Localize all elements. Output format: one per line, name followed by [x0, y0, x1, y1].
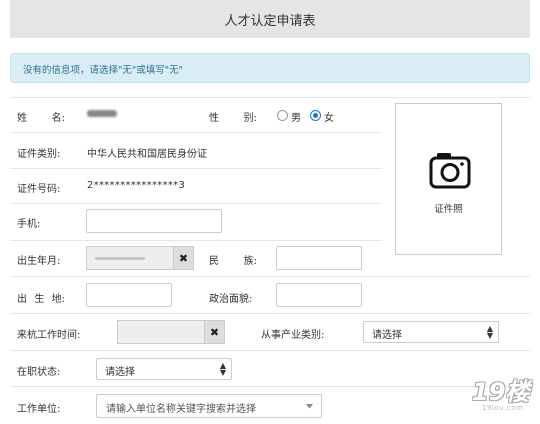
row-divider	[10, 386, 530, 387]
industry-label: 从事产业类别:	[261, 330, 325, 341]
id-photo-upload[interactable]: 证件照	[395, 103, 502, 255]
updown-arrow-icon: ▲ ▼	[219, 361, 226, 377]
id-type-label: 证件类别:	[17, 149, 61, 160]
birthplace-label-a: 出	[17, 294, 27, 305]
row-divider	[10, 276, 530, 277]
name-value-redacted	[87, 110, 117, 117]
industry-selected: 请选择	[372, 330, 402, 341]
photo-label: 证件照	[434, 204, 463, 215]
industry-select[interactable]: 请选择 ▲ ▼	[363, 321, 499, 343]
gender-option-female[interactable]: 女	[324, 109, 334, 124]
gender-radio-male[interactable]	[277, 110, 288, 121]
id-number-label: 证件号码:	[17, 184, 61, 195]
ethnicity-label: 民 族:	[209, 252, 257, 267]
gender-option-male[interactable]: 男	[291, 109, 301, 124]
row-divider	[10, 168, 382, 169]
birth-label: 出生年月:	[17, 256, 61, 267]
employer-label: 工作单位:	[17, 404, 61, 415]
updown-arrow-icon: ▲ ▼	[486, 324, 493, 340]
ethnicity-input[interactable]	[276, 246, 362, 270]
job-status-selected: 请选择	[105, 367, 135, 378]
employer-search-select[interactable]: 请输入单位名称关键字搜索并选择	[96, 394, 322, 418]
watermark-logo: 19楼	[472, 378, 530, 406]
page-title: 人才认定申请表	[224, 14, 316, 29]
job-status-select[interactable]: 请选择 ▲ ▼	[96, 358, 232, 380]
work-start-date-input[interactable]: ✖	[117, 320, 225, 344]
row-divider	[10, 350, 530, 351]
employer-placeholder: 请输入单位名称关键字搜索并选择	[106, 404, 256, 415]
birthplace-label: 出 生 地:	[17, 290, 65, 305]
phone-label: 手机:	[17, 219, 41, 230]
name-label-a: 姓	[17, 113, 27, 124]
phone-input[interactable]	[86, 209, 222, 233]
watermark-url: 19lou.com	[482, 404, 524, 412]
id-type-value: 中华人民共和国居民身份证	[87, 149, 207, 160]
birthplace-label-c: 地:	[51, 294, 65, 305]
row-divider	[10, 313, 530, 314]
name-label-b: 名:	[51, 113, 65, 124]
name-label: 姓 名:	[17, 109, 65, 124]
work-start-clear-icon[interactable]: ✖	[204, 321, 224, 343]
row-divider	[10, 132, 382, 133]
info-alert: 没有的信息项，请选择"无"或填写"无"	[10, 53, 530, 83]
ethnicity-label-a: 民	[209, 256, 219, 267]
site-watermark: 19楼 19lou.com	[468, 370, 538, 418]
gender-radio-female[interactable]	[310, 110, 321, 121]
gender-label-a: 性	[209, 113, 219, 124]
row-divider	[10, 97, 530, 98]
work-start-label: 来杭工作时间:	[17, 330, 81, 341]
id-number-value: 2****************3	[87, 180, 186, 191]
row-divider	[10, 203, 382, 204]
gender-label: 性 别:	[209, 109, 257, 124]
birthplace-label-b: 生	[34, 294, 45, 305]
ethnicity-label-b: 族:	[243, 256, 257, 267]
birthplace-input[interactable]	[86, 283, 172, 307]
politics-label: 政治面貌:	[209, 294, 253, 305]
birth-date-redacted	[95, 257, 145, 260]
birth-date-input[interactable]: ✖	[86, 246, 194, 270]
gender-label-b: 别:	[243, 113, 257, 124]
page-header: 人才认定申请表	[10, 0, 530, 38]
politics-input[interactable]	[276, 283, 362, 307]
camera-icon	[429, 153, 471, 189]
caret-down-icon	[306, 404, 313, 409]
alert-text: 没有的信息项，请选择"无"或填写"无"	[23, 65, 183, 76]
job-status-label: 在职状态:	[17, 367, 61, 378]
birth-clear-icon[interactable]: ✖	[173, 247, 193, 269]
row-divider	[10, 240, 382, 241]
